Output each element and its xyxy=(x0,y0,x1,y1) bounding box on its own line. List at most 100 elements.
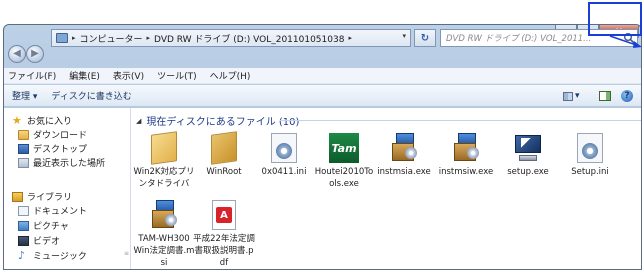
group-header[interactable]: ◢ 現在ディスクにあるファイル (10) xyxy=(136,113,300,129)
acrobat-icon: A xyxy=(216,207,232,223)
breadcrumb-dvd-drive[interactable]: DVD RW ドライブ (D:) VOL_201101051038 xyxy=(154,32,344,45)
content-area: ★ お気に入り ダウンロード デスクトップ 最近表示した場所 ライブラリ ドキュ… xyxy=(4,108,641,269)
menu-file[interactable]: ファイル(F) xyxy=(8,69,56,82)
command-bar-right: ▾ ? xyxy=(563,89,633,103)
nav-favorites[interactable]: ★ お気に入り xyxy=(12,113,73,128)
collapse-chevron-icon: ◢ xyxy=(136,116,142,125)
nav-pictures[interactable]: ピクチャ xyxy=(18,219,69,232)
file-item[interactable]: instmsia.exe xyxy=(372,133,436,178)
file-item[interactable]: 0x0411.ini xyxy=(252,133,316,178)
nav-desktop-label: デスクトップ xyxy=(33,145,88,155)
change-view-button[interactable]: ▾ xyxy=(563,89,589,103)
pdf-icon: A xyxy=(212,200,236,230)
file-item[interactable]: instmsiw.exe xyxy=(434,133,498,178)
settings-gear-icon xyxy=(276,143,292,159)
menu-bar: ファイル(F) 編集(E) 表示(V) ツール(T) ヘルプ(H) xyxy=(4,68,641,84)
nav-desktop[interactable]: デスクトップ xyxy=(18,142,87,155)
breadcrumb-separator: ▸ xyxy=(72,34,76,42)
file-item[interactable]: Win2K対応プリンタドライバ xyxy=(132,131,196,190)
group-divider xyxy=(280,120,641,121)
back-arrow-icon: ◀ xyxy=(13,48,21,59)
search-placeholder: DVD RW ドライブ (D:) VOL_2011... xyxy=(446,34,592,44)
file-name: WinRoot xyxy=(206,167,242,177)
nav-scrollbar-grip[interactable]: ≡ xyxy=(124,250,129,257)
file-item[interactable]: Setup.ini xyxy=(558,133,622,178)
nav-libraries-label: ライブラリ xyxy=(27,193,73,203)
back-button[interactable]: ◀ xyxy=(8,45,26,63)
nav-recent-label: 最近表示した場所 xyxy=(33,159,106,169)
installer-icon xyxy=(389,133,419,163)
file-item[interactable]: TAM-WH300 Win法定調書.msi xyxy=(132,200,196,269)
file-name: instmsia.exe xyxy=(377,167,431,177)
command-bar: 整理 ▾ ディスクに書き込む ▾ ? xyxy=(4,85,641,107)
folder-icon xyxy=(211,131,237,165)
setup-computer-icon xyxy=(513,133,543,163)
menu-help[interactable]: ヘルプ(H) xyxy=(210,69,251,82)
file-item[interactable]: Tam Houtei2010Tools.exe xyxy=(312,133,376,190)
address-dropdown-icon[interactable]: ▾ xyxy=(402,32,406,40)
forward-button[interactable]: ▶ xyxy=(26,45,44,63)
file-item[interactable]: WinRoot xyxy=(192,131,256,178)
breadcrumb-computer[interactable]: コンピューター xyxy=(80,32,143,45)
libraries-icon xyxy=(12,191,23,202)
nav-videos-label: ビデオ xyxy=(33,237,61,247)
videos-icon xyxy=(18,235,29,246)
file-name: 平成22年法定調書取扱説明書.pdf xyxy=(193,234,255,268)
file-name: instmsiw.exe xyxy=(438,167,494,177)
nav-favorites-label: お気に入り xyxy=(27,117,73,127)
documents-icon xyxy=(18,205,29,216)
file-name: setup.exe xyxy=(507,167,549,177)
help-icon[interactable]: ? xyxy=(621,90,633,102)
gvm-app-icon: Tam xyxy=(329,133,359,163)
ini-file-icon xyxy=(577,133,603,163)
explorer-window: ✕ ◀ ▶ ▸ コンピューター ▸ DVD RW ドライブ (D:) VOL_2… xyxy=(3,24,642,270)
ini-file-icon xyxy=(271,133,297,163)
settings-gear-icon xyxy=(582,143,598,159)
nav-documents-label: ドキュメント xyxy=(33,207,88,217)
nav-music[interactable]: ♪ ミュージック xyxy=(18,248,87,263)
file-name: 0x0411.ini xyxy=(261,167,307,177)
view-dropdown-icon: ▾ xyxy=(575,91,580,101)
forward-arrow-icon: ▶ xyxy=(31,48,39,59)
file-name: Houtei2010Tools.exe xyxy=(314,167,374,189)
highlight-annotation xyxy=(588,2,642,36)
file-name: TAM-WH300 Win法定調書.msi xyxy=(133,234,195,268)
view-grid-icon xyxy=(563,91,573,101)
menu-tools[interactable]: ツール(T) xyxy=(157,69,197,82)
nav-recent-places[interactable]: 最近表示した場所 xyxy=(18,156,105,169)
music-icon: ♪ xyxy=(18,248,26,262)
nav-downloads[interactable]: ダウンロード xyxy=(18,128,87,141)
breadcrumb-separator: ▸ xyxy=(348,34,352,42)
file-item[interactable]: setup.exe xyxy=(496,133,560,178)
preview-pane-icon[interactable] xyxy=(599,91,611,101)
burn-to-disc-button[interactable]: ディスクに書き込む xyxy=(51,89,131,102)
pictures-icon xyxy=(18,220,29,231)
star-icon: ★ xyxy=(12,113,22,127)
breadcrumb-separator: ▸ xyxy=(146,34,151,42)
folder-icon xyxy=(151,131,177,165)
nav-libraries[interactable]: ライブラリ xyxy=(12,190,72,203)
navigation-pane: ★ お気に入り ダウンロード デスクトップ 最近表示した場所 ライブラリ ドキュ… xyxy=(4,108,131,269)
file-item[interactable]: A 平成22年法定調書取扱説明書.pdf xyxy=(192,200,256,269)
nav-downloads-label: ダウンロード xyxy=(33,131,88,141)
nav-pictures-label: ピクチャ xyxy=(33,222,69,232)
installer-icon xyxy=(451,133,481,163)
refresh-icon: ↻ xyxy=(420,32,430,44)
recent-places-icon xyxy=(18,157,29,168)
menu-view[interactable]: 表示(V) xyxy=(113,69,144,82)
computer-icon xyxy=(56,33,68,43)
downloads-folder-icon xyxy=(18,129,29,140)
installer-icon xyxy=(149,200,179,230)
address-bar[interactable]: ▸ コンピューター ▸ DVD RW ドライブ (D:) VOL_2011010… xyxy=(51,29,411,47)
nav-music-label: ミュージック xyxy=(33,252,87,262)
desktop-icon xyxy=(18,143,29,154)
group-title: 現在ディスクにあるファイル (10) xyxy=(146,117,300,128)
nav-videos[interactable]: ビデオ xyxy=(18,234,60,247)
menu-edit[interactable]: 編集(E) xyxy=(69,69,100,82)
nav-documents[interactable]: ドキュメント xyxy=(18,204,87,217)
file-list-pane: ◢ 現在ディスクにあるファイル (10) Win2K対応プリンタドライバ Win… xyxy=(132,108,641,269)
refresh-button[interactable]: ↻ xyxy=(414,29,436,47)
file-name: Setup.ini xyxy=(571,167,609,177)
file-name: Win2K対応プリンタドライバ xyxy=(133,167,195,189)
organize-button[interactable]: 整理 ▾ xyxy=(12,89,37,102)
